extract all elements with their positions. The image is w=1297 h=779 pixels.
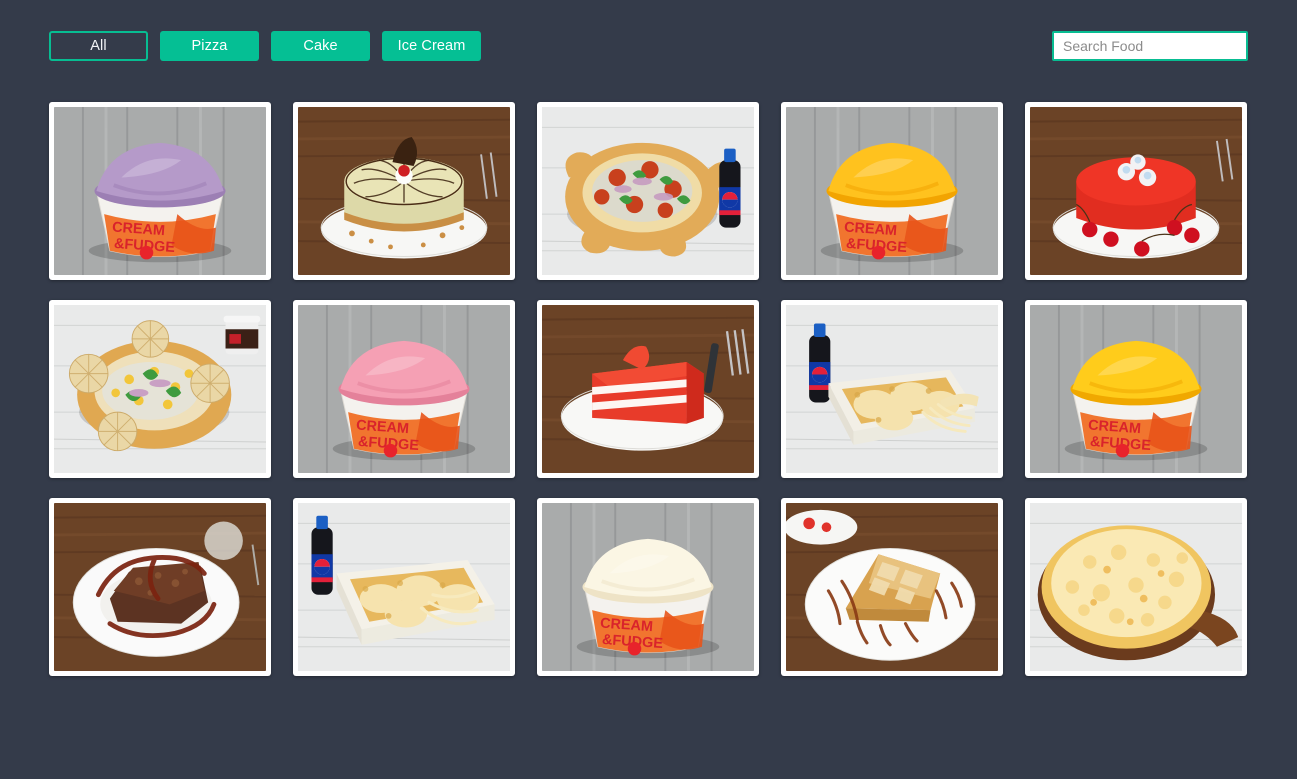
food-card[interactable] xyxy=(49,498,271,676)
food-card[interactable] xyxy=(49,300,271,478)
filter-pizza[interactable]: Pizza xyxy=(160,31,259,61)
food-card[interactable] xyxy=(293,498,515,676)
food-card[interactable] xyxy=(1025,498,1247,676)
cheesy-baked-momos xyxy=(298,503,510,671)
food-card[interactable] xyxy=(537,102,759,280)
food-card[interactable]: CREAM &FUDGE xyxy=(781,102,1003,280)
red-velvet-cake-slice xyxy=(542,305,754,473)
search-input[interactable] xyxy=(1052,31,1248,61)
food-card[interactable]: CREAM &FUDGE xyxy=(537,498,759,676)
category-filter-group: All Pizza Cake Ice Cream xyxy=(49,31,481,61)
stuffed-crust-pizza-with-pepsi xyxy=(542,107,754,275)
apple-pie-slice-with-caramel xyxy=(786,503,998,671)
food-card[interactable]: CREAM &FUDGE xyxy=(293,300,515,478)
strawberry-ice-cream-cup: CREAM &FUDGE xyxy=(298,305,510,473)
red-velvet-cake-with-cherries xyxy=(1030,107,1242,275)
food-menu-app: All Pizza Cake Ice Cream CREAM &FUDGE xyxy=(0,0,1297,779)
food-card[interactable]: CREAM &FUDGE xyxy=(1025,300,1247,478)
food-card[interactable] xyxy=(1025,102,1247,280)
food-card[interactable] xyxy=(781,498,1003,676)
toolbar: All Pizza Cake Ice Cream xyxy=(0,0,1297,90)
filter-all[interactable]: All xyxy=(49,31,148,61)
food-card[interactable] xyxy=(293,102,515,280)
cheese-pizza-on-board xyxy=(1030,503,1242,671)
food-grid: CREAM &FUDGE CREAM &FUDGE CREAM &FUDGE C… xyxy=(49,102,1249,676)
mango-ice-cream-cup: CREAM &FUDGE xyxy=(786,107,998,275)
cheesy-baked-momos-with-pepsi xyxy=(786,305,998,473)
vanilla-ice-cream-cup: CREAM &FUDGE xyxy=(542,503,754,671)
search-container xyxy=(1052,31,1248,61)
filter-ice-cream[interactable]: Ice Cream xyxy=(382,31,481,61)
butterscotch-pistachio-cake xyxy=(298,107,510,275)
food-card[interactable] xyxy=(781,300,1003,478)
food-card[interactable] xyxy=(537,300,759,478)
chocolate-brownie-with-sauce xyxy=(54,503,266,671)
momo-crust-pizza xyxy=(54,305,266,473)
filter-cake[interactable]: Cake xyxy=(271,31,370,61)
blueberry-ice-cream-cup: CREAM &FUDGE xyxy=(54,107,266,275)
food-card[interactable]: CREAM &FUDGE xyxy=(49,102,271,280)
mango-ice-cream-cup-2: CREAM &FUDGE xyxy=(1030,305,1242,473)
